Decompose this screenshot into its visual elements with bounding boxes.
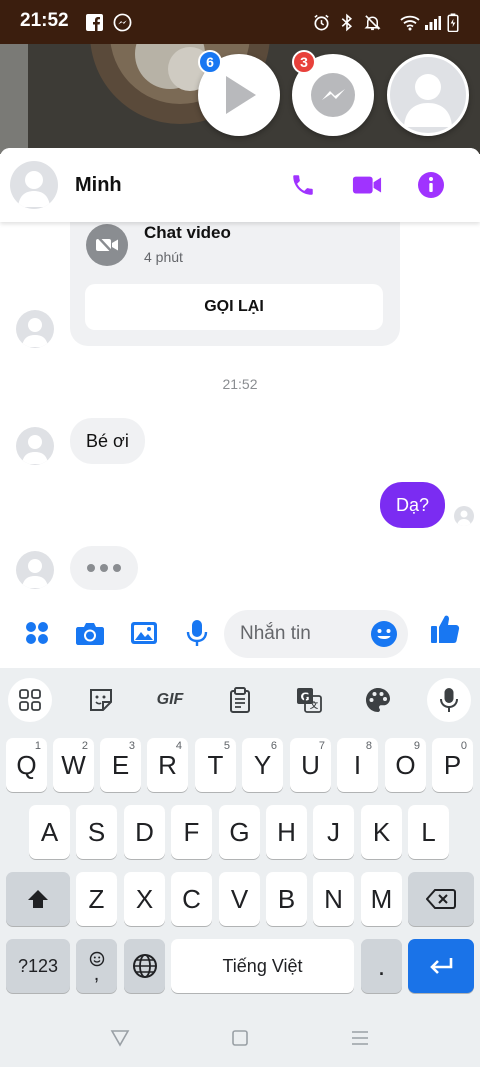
shift-icon: [28, 890, 48, 908]
video-count-badge: 6: [198, 50, 222, 74]
phone-icon[interactable]: [288, 170, 318, 200]
key-q[interactable]: Q1: [6, 738, 47, 792]
status-bar: 21:52: [0, 0, 480, 44]
contact-name[interactable]: Minh: [75, 174, 122, 197]
status-time: 21:52: [20, 10, 69, 31]
notifications-off-icon: [362, 12, 382, 32]
backspace-icon: [426, 889, 456, 909]
palette-icon[interactable]: [356, 678, 400, 722]
bluetooth-icon: [337, 12, 357, 32]
key-t[interactable]: T5: [195, 738, 236, 792]
microphone-icon[interactable]: [182, 618, 212, 648]
apps-grid-icon[interactable]: [22, 618, 52, 648]
sender-avatar[interactable]: [16, 310, 54, 348]
key-w[interactable]: W2: [53, 738, 94, 792]
voice-input-icon[interactable]: [427, 678, 471, 722]
message-composer: Nhắn tin: [0, 600, 480, 668]
seen-avatar: [454, 506, 474, 526]
emoji-icon[interactable]: [370, 620, 398, 648]
key-m[interactable]: M: [361, 872, 402, 926]
gif-button[interactable]: GIF: [148, 678, 192, 722]
back-icon[interactable]: [109, 1027, 131, 1049]
video-camera-off-icon: [86, 224, 128, 266]
key-f[interactable]: F: [171, 805, 212, 859]
numbers-key[interactable]: ?123: [6, 939, 70, 993]
video-call-icon[interactable]: [352, 170, 382, 200]
message-input-placeholder: Nhắn tin: [240, 623, 311, 644]
contact-avatar[interactable]: [10, 161, 58, 209]
key-u[interactable]: U7: [290, 738, 331, 792]
keyboard-apps-icon[interactable]: [8, 678, 52, 722]
key-d[interactable]: D: [124, 805, 165, 859]
enter-key[interactable]: [408, 939, 474, 993]
shift-key[interactable]: [6, 872, 70, 926]
home-icon[interactable]: [229, 1027, 251, 1049]
key-h[interactable]: H: [266, 805, 307, 859]
key-n[interactable]: N: [313, 872, 354, 926]
chat-panel: Minh Chat video 4 phút GỌI LẠI 21:52 Bé …: [0, 148, 480, 668]
gif-label: GIF: [156, 691, 184, 708]
chat-head-contact[interactable]: [387, 54, 469, 136]
translate-icon[interactable]: G文: [287, 678, 331, 722]
space-key[interactable]: Tiếng Việt: [171, 939, 354, 993]
enter-icon: [430, 958, 453, 974]
signal-icon: [422, 12, 442, 32]
call-duration: 4 phút: [144, 249, 183, 265]
period-key[interactable]: .: [361, 939, 402, 993]
sticker-icon[interactable]: [79, 678, 123, 722]
key-x[interactable]: X: [124, 872, 165, 926]
typing-indicator: [70, 546, 138, 590]
call-back-button[interactable]: GỌI LẠI: [85, 284, 383, 330]
key-s[interactable]: S: [76, 805, 117, 859]
messenger-count-badge: 3: [292, 50, 316, 74]
key-r[interactable]: R4: [147, 738, 188, 792]
language-key[interactable]: [124, 939, 165, 993]
wifi-icon: [400, 12, 420, 32]
svg-text:文: 文: [310, 700, 319, 710]
message-timestamp: 21:52: [222, 376, 258, 392]
key-z[interactable]: Z: [76, 872, 117, 926]
chat-header: Minh: [0, 148, 480, 222]
key-o[interactable]: O9: [385, 738, 426, 792]
facebook-icon: [84, 12, 104, 32]
key-j[interactable]: J: [313, 805, 354, 859]
sender-avatar: [16, 551, 54, 589]
recents-icon[interactable]: [349, 1027, 371, 1049]
gallery-icon[interactable]: [129, 618, 159, 648]
key-k[interactable]: K: [361, 805, 402, 859]
key-y[interactable]: Y6: [242, 738, 283, 792]
battery-icon: [443, 12, 463, 32]
globe-icon: [132, 954, 157, 978]
outgoing-message[interactable]: Dạ?: [380, 482, 446, 528]
key-b[interactable]: B: [266, 872, 307, 926]
message-input[interactable]: Nhắn tin: [224, 610, 408, 658]
keyboard-toolbar: GIF G文: [0, 668, 480, 730]
messenger-notification-icon: [112, 12, 132, 32]
key-v[interactable]: V: [219, 872, 260, 926]
alarm-icon: [311, 12, 331, 32]
thumbs-up-icon[interactable]: [430, 614, 460, 644]
camera-icon[interactable]: [75, 618, 105, 648]
key-a[interactable]: A: [29, 805, 70, 859]
navigation-bar: [0, 1007, 480, 1067]
call-title: Chat video: [144, 223, 231, 242]
key-p[interactable]: P0: [432, 738, 473, 792]
key-l[interactable]: L: [408, 805, 449, 859]
info-icon[interactable]: [416, 170, 446, 200]
backspace-key[interactable]: [408, 872, 474, 926]
sender-avatar[interactable]: [16, 427, 54, 465]
clipboard-icon[interactable]: [218, 678, 262, 722]
key-i[interactable]: I8: [337, 738, 378, 792]
key-g[interactable]: G: [219, 805, 260, 859]
emoji-comma-key[interactable]: ,: [76, 939, 117, 993]
incoming-message[interactable]: Bé ơi: [70, 418, 145, 464]
key-c[interactable]: C: [171, 872, 212, 926]
key-e[interactable]: E3: [100, 738, 141, 792]
